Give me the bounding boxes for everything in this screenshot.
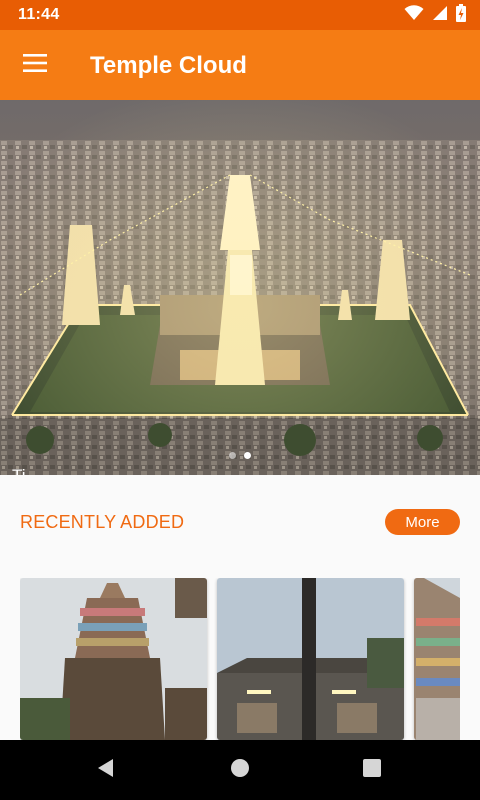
back-button[interactable] xyxy=(91,755,121,785)
app-screen: 11:44 Temple Cloud RECENTLY ADDED More xyxy=(0,0,480,800)
temple-card-image xyxy=(217,578,404,740)
temple-card-image xyxy=(20,578,207,740)
temple-card[interactable] xyxy=(20,578,207,740)
carousel-indicator xyxy=(0,452,480,464)
recently-added-section: RECENTLY ADDED More xyxy=(0,475,480,740)
recents-button[interactable] xyxy=(357,755,387,785)
temple-card[interactable] xyxy=(414,578,460,740)
home-icon xyxy=(230,758,250,783)
signal-icon xyxy=(432,5,448,26)
battery-charging-icon xyxy=(456,3,466,27)
recently-added-list xyxy=(20,578,460,740)
back-icon xyxy=(96,758,116,783)
recents-icon xyxy=(362,758,382,783)
carousel-dot[interactable] xyxy=(229,452,236,459)
status-bar: 11:44 xyxy=(0,0,480,30)
carousel-dot-active[interactable] xyxy=(244,452,251,459)
hero-carousel[interactable] xyxy=(0,100,480,475)
temple-card-image xyxy=(414,578,460,740)
status-icons xyxy=(404,3,466,27)
wifi-icon xyxy=(404,4,424,26)
hero-image xyxy=(0,100,480,475)
app-bar: Temple Cloud xyxy=(0,30,480,100)
system-nav-bar xyxy=(0,740,480,800)
more-button[interactable]: More xyxy=(385,509,460,535)
hamburger-menu-icon xyxy=(23,53,47,77)
menu-button[interactable] xyxy=(14,44,56,86)
section-title: RECENTLY ADDED xyxy=(20,512,185,532)
temple-card[interactable] xyxy=(217,578,404,740)
home-button[interactable] xyxy=(225,755,255,785)
app-title: Temple Cloud xyxy=(90,52,247,79)
status-time: 11:44 xyxy=(18,6,60,23)
